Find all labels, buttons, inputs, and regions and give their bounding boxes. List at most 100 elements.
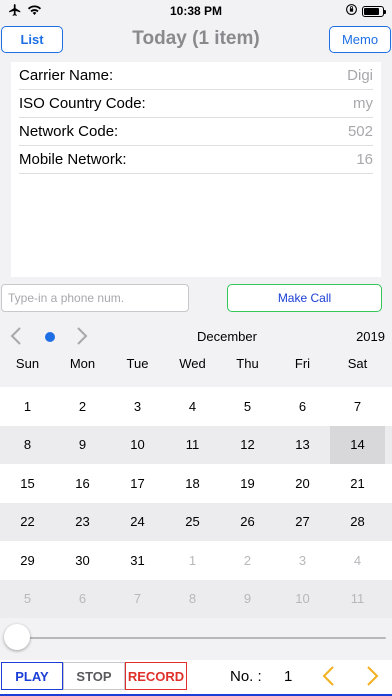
chevron-right-icon	[367, 666, 379, 686]
battery-fill	[364, 7, 380, 15]
playback-controls: PLAY STOP RECORD No. : 1	[0, 660, 392, 696]
calendar-month: December	[197, 329, 257, 344]
network-code-value: 502	[347, 123, 373, 140]
calendar-day-other-month[interactable]: 4	[330, 541, 385, 580]
mobile-network-row: Mobile Network: 16	[19, 146, 373, 174]
previous-item-button[interactable]	[317, 663, 339, 689]
calendar-day[interactable]: 6	[275, 387, 330, 426]
calendar-day-other-month[interactable]: 2	[220, 541, 275, 580]
status-time: 10:38 PM	[169, 4, 223, 18]
calendar-day[interactable]: 25	[165, 503, 220, 542]
calendar-next-month-button[interactable]	[72, 324, 92, 348]
slider-thumb[interactable]	[4, 624, 30, 650]
calendar-today-dot[interactable]	[45, 332, 55, 342]
calendar-day[interactable]: 19	[220, 464, 275, 503]
calendar-day[interactable]: 13	[275, 426, 330, 465]
chevron-left-icon	[322, 666, 334, 686]
navigation-bar: List Today (1 item) Memo	[0, 22, 392, 60]
weekday-label: Mon	[69, 356, 96, 371]
iso-country-code-row: ISO Country Code: my	[19, 90, 373, 118]
calendar-day[interactable]: 8	[0, 426, 55, 465]
calendar-day[interactable]: 20	[275, 464, 330, 503]
carrier-name-row: Carrier Name: Digi	[19, 62, 373, 90]
stop-button[interactable]: STOP	[63, 662, 125, 690]
calendar-day[interactable]: 7	[330, 387, 385, 426]
number-value: 1	[284, 668, 293, 685]
calendar-day[interactable]: 28	[330, 503, 385, 542]
calendar-day-other-month[interactable]: 11	[330, 580, 385, 619]
calendar-day-other-month[interactable]: 6	[55, 580, 110, 619]
calendar-day[interactable]: 16	[55, 464, 110, 503]
calendar-day[interactable]: 10	[110, 426, 165, 465]
iso-country-code-value: my	[353, 95, 373, 112]
battery-icon	[362, 5, 386, 17]
carrier-info-panel: Carrier Name: Digi ISO Country Code: my …	[11, 62, 381, 277]
weekday-label: Tue	[126, 356, 149, 371]
calendar-day[interactable]: 23	[55, 503, 110, 542]
calendar-week-row: 1234567	[0, 387, 392, 426]
calendar-day[interactable]: 14	[330, 425, 385, 464]
weekday-label: Fri	[294, 356, 311, 371]
calendar-day-other-month[interactable]: 7	[110, 580, 165, 619]
calendar-day-other-month[interactable]: 8	[165, 580, 220, 619]
calendar-week-row: 8 9 10 11 12 13 14	[0, 425, 392, 465]
mobile-network-label: Mobile Network:	[19, 151, 127, 168]
calendar-week-row: 5 6 7 8 9 10 11	[0, 579, 392, 619]
calendar-day[interactable]: 3	[110, 387, 165, 426]
slider-track[interactable]	[6, 637, 386, 639]
record-button[interactable]: RECORD	[125, 662, 187, 690]
calendar-day[interactable]: 21	[330, 464, 385, 503]
calendar-day[interactable]: 4	[165, 387, 220, 426]
number-label: No. :	[230, 668, 262, 685]
calendar-day[interactable]: 29	[0, 541, 55, 580]
next-item-button[interactable]	[362, 663, 384, 689]
calendar-day[interactable]: 18	[165, 464, 220, 503]
carrier-name-label: Carrier Name:	[19, 67, 114, 84]
make-call-button[interactable]: Make Call	[227, 284, 382, 312]
calendar-day[interactable]: 2	[55, 387, 110, 426]
calendar-day-other-month[interactable]: 5	[0, 580, 55, 619]
chevron-left-icon	[10, 327, 21, 345]
calendar-day-other-month[interactable]: 3	[275, 541, 330, 580]
calendar-week-row: 22 23 24 25 26 27 28	[0, 502, 392, 542]
weekday-label: Wed	[179, 356, 206, 371]
calendar-day[interactable]: 30	[55, 541, 110, 580]
app-screen: 10:38 PM List Today (1 item) Memo Carrie…	[0, 0, 392, 696]
mobile-network-value: 16	[356, 151, 373, 168]
playback-slider[interactable]	[0, 618, 392, 658]
calendar-day[interactable]: 12	[220, 426, 275, 465]
calendar-prev-month-button[interactable]	[6, 324, 26, 348]
carrier-name-value: Digi	[347, 67, 373, 84]
page-title: Today (1 item)	[132, 28, 260, 49]
calendar-day[interactable]: 26	[220, 503, 275, 542]
calendar-week-row: 15 16 17 18 19 20 21	[0, 464, 392, 503]
play-button[interactable]: PLAY	[1, 662, 63, 690]
weekday-label: Sun	[15, 356, 40, 371]
calendar-day[interactable]: 15	[0, 464, 55, 503]
network-code-row: Network Code: 502	[19, 118, 373, 146]
calendar-day[interactable]: 17	[110, 464, 165, 503]
calendar-day[interactable]: 22	[0, 503, 55, 542]
memo-button[interactable]: Memo	[329, 26, 391, 53]
calendar-day[interactable]: 1	[0, 387, 55, 426]
phone-number-input[interactable]	[1, 284, 189, 312]
calendar-grid: 1 2 3 4 5 6 7 8 9 10 11 12 13 14 15 16 17 18 19 20 21 22 23 24 2…	[0, 387, 392, 618]
calendar-day[interactable]: 9	[55, 426, 110, 465]
calendar-header: December 2019	[0, 318, 392, 354]
list-button[interactable]: List	[1, 26, 63, 53]
calendar-year: 2019	[356, 329, 385, 344]
calendar-day[interactable]: 5	[220, 387, 275, 426]
calendar-day[interactable]: 27	[275, 503, 330, 542]
chevron-right-icon	[77, 327, 88, 345]
weekday-label: Thu	[236, 356, 259, 371]
calendar-day[interactable]: 11	[165, 426, 220, 465]
calendar-day[interactable]: 31	[110, 541, 165, 580]
calendar-week-row: 29 30 31 1 2 3 4	[0, 541, 392, 580]
weekday-label: Sat	[347, 356, 368, 371]
calendar-day-other-month[interactable]: 1	[165, 541, 220, 580]
iso-country-code-label: ISO Country Code:	[19, 95, 146, 112]
calendar-day[interactable]: 24	[110, 503, 165, 542]
calendar-day-other-month[interactable]: 9	[220, 580, 275, 619]
status-bar: 10:38 PM	[0, 0, 392, 22]
calendar-day-other-month[interactable]: 10	[275, 580, 330, 619]
